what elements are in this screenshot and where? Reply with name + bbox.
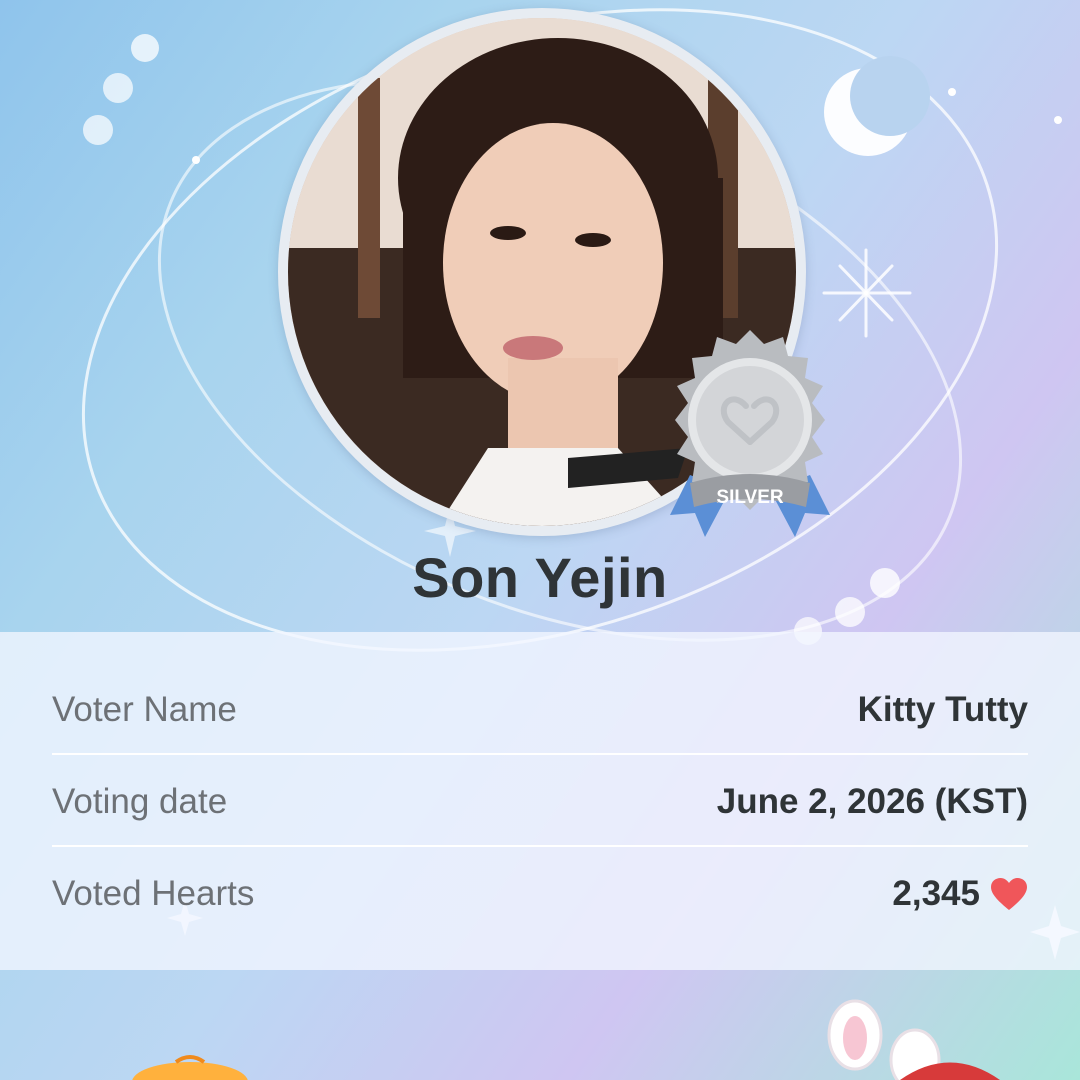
voter-name-value: Kitty Tutty	[857, 690, 1028, 729]
voted-hearts-row: Voted Hearts 2,345	[52, 848, 1028, 940]
divider	[52, 845, 1028, 847]
voted-hearts-value-group: 2,345	[892, 874, 1028, 914]
vote-details-panel: Voter Name Kitty Tutty Voting date June …	[0, 632, 1080, 970]
chick-character-icon	[132, 1055, 248, 1080]
voting-date-value: June 2, 2026 (KST)	[716, 782, 1028, 821]
heart-icon	[991, 878, 1027, 910]
idol-name: Son Yejin	[412, 546, 668, 609]
bottom-character-decoration	[132, 999, 1000, 1080]
divider	[52, 753, 1028, 755]
voter-name-row: Voter Name Kitty Tutty	[52, 664, 1028, 756]
silver-badge: SILVER	[650, 325, 850, 550]
badge-tier-label: SILVER	[716, 487, 783, 508]
bunny-character-icon	[827, 999, 1000, 1080]
sparkle-icon	[822, 248, 912, 338]
moon-icon	[824, 56, 930, 156]
voted-hearts-label: Voted Hearts	[52, 874, 255, 913]
voting-date-label: Voting date	[52, 782, 228, 821]
voter-name-label: Voter Name	[52, 690, 237, 729]
voting-date-row: Voting date June 2, 2026 (KST)	[52, 756, 1028, 848]
voted-hearts-value: 2,345	[892, 874, 980, 913]
